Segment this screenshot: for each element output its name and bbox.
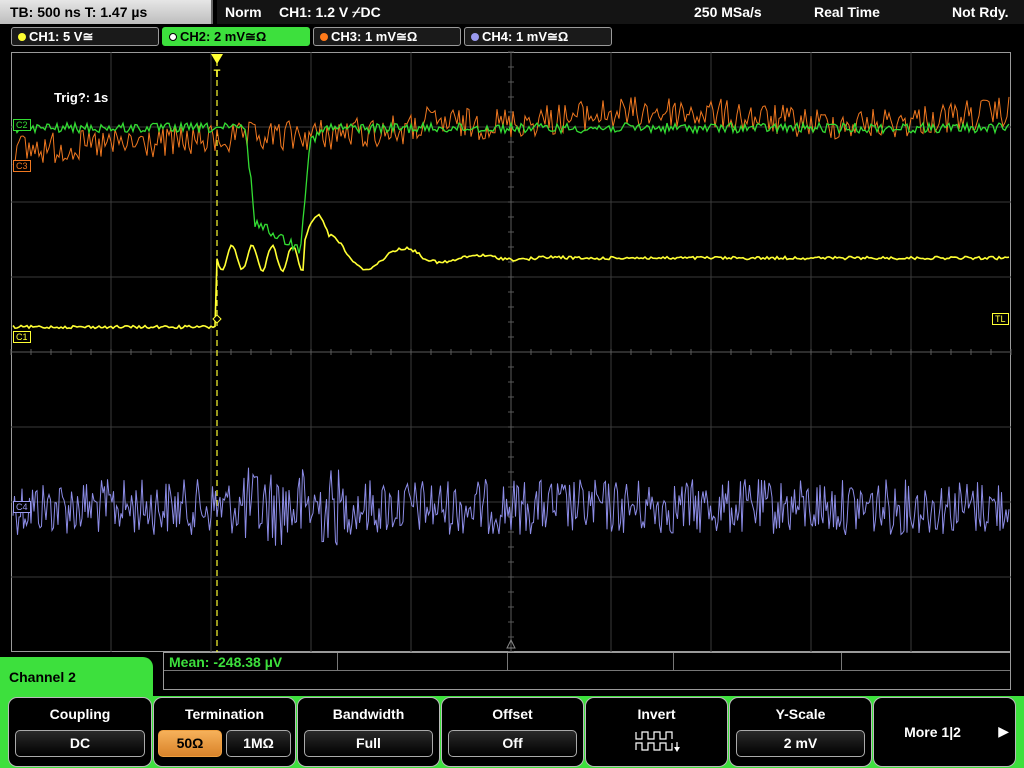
bandwidth-softkey[interactable]: Bandwidth Full: [297, 697, 440, 767]
term-1mohm-button[interactable]: 1MΩ: [226, 730, 291, 757]
ch2-offset-text: C2: [16, 120, 28, 130]
offset-title: Offset: [492, 706, 533, 722]
invert-softkey[interactable]: Invert: [585, 697, 728, 767]
bandwidth-title: Bandwidth: [332, 706, 405, 722]
trigger-point-icon: [212, 314, 222, 324]
coupling-title: Coupling: [49, 706, 111, 722]
measurement-panel[interactable]: Mean: -248.38 µV: [163, 652, 1011, 690]
trigger-timeout-text: Trig?: 1s: [54, 90, 108, 105]
yscale-softkey[interactable]: Y-Scale 2 mV: [729, 697, 872, 767]
offset-value-button[interactable]: Off: [448, 730, 577, 757]
meas-cell-4: [674, 653, 842, 671]
ch1-offset-label[interactable]: C1: [13, 331, 31, 343]
invert-title: Invert: [637, 706, 676, 722]
coupling-value-button[interactable]: DC: [15, 730, 145, 757]
trigger-level-text: TL: [995, 314, 1006, 324]
yscale-value-button[interactable]: 2 mV: [736, 730, 865, 757]
yscale-title: Y-Scale: [775, 706, 826, 722]
menu-title: Channel 2: [0, 657, 153, 697]
mean-measurement: Mean: -248.38 µV: [169, 654, 283, 670]
meas-cell-3: [508, 653, 674, 671]
ch3-offset-label[interactable]: C3: [13, 160, 31, 172]
trigger-position-icon[interactable]: [211, 54, 223, 64]
trigger-marker-label: T: [214, 68, 221, 80]
ch4-offset-label[interactable]: C4: [13, 501, 31, 513]
meas-cell-2: [338, 653, 508, 671]
bandwidth-value-button[interactable]: Full: [304, 730, 433, 757]
ch1-offset-text: C1: [16, 332, 28, 342]
ch4-offset-text: C4: [16, 502, 28, 512]
trigger-level-label[interactable]: TL: [992, 313, 1009, 325]
meas-cell-5: [842, 653, 1010, 671]
ch2-offset-label[interactable]: C2: [13, 119, 31, 131]
term-50ohm-button[interactable]: 50Ω: [158, 730, 222, 757]
ch3-offset-text: C3: [16, 161, 28, 171]
more-arrow-icon: ▶: [998, 723, 1009, 739]
offset-softkey[interactable]: Offset Off: [441, 697, 584, 767]
invert-waveform-icon: [635, 731, 680, 752]
more-softkey[interactable]: More 1|2 ▶: [873, 697, 1016, 767]
coupling-softkey[interactable]: Coupling DC: [8, 697, 152, 767]
termination-softkey[interactable]: Termination 50Ω 1MΩ: [153, 697, 296, 767]
more-label: More 1|2: [904, 724, 961, 740]
termination-title: Termination: [184, 706, 265, 722]
